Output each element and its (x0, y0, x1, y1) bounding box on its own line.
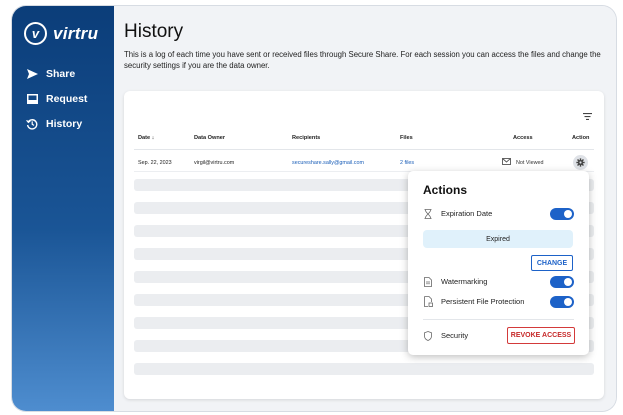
persistent-file-protection-toggle[interactable] (550, 296, 574, 308)
row-action-settings-button[interactable] (573, 155, 588, 170)
watermarking-label: Watermarking (441, 277, 488, 286)
persistent-file-protection-label: Persistent File Protection (441, 297, 525, 306)
persistent-file-protection-row: Persistent File Protection (423, 296, 524, 307)
row-data-owner: virgil@virtru.com (194, 160, 235, 166)
expiration-date-row: Expiration Date (423, 208, 492, 219)
column-header-recipients: Recipients (292, 135, 321, 141)
header-divider (134, 149, 594, 150)
expired-status-box: Expired (423, 230, 573, 248)
logo-wordmark: virtru (53, 23, 99, 43)
app-window: v virtru Share Request History History T… (12, 6, 616, 411)
virtru-logo: v virtru (24, 22, 98, 45)
shield-icon (423, 330, 433, 341)
column-header-date[interactable]: Date ↓ (138, 135, 154, 141)
actions-title: Actions (423, 183, 468, 197)
locked-file-icon (423, 296, 433, 307)
popover-divider (423, 319, 574, 320)
send-arrow-icon (26, 68, 38, 80)
watermarking-toggle[interactable] (550, 276, 574, 288)
row-recipient-link[interactable]: secureshare.sally@gmail.com (292, 160, 364, 166)
sidebar-item-label: Request (46, 93, 88, 105)
filter-icon[interactable] (583, 107, 592, 125)
row-access-status: Not Viewed (502, 158, 543, 167)
history-icon (26, 118, 38, 130)
skeleton-row (134, 363, 594, 375)
sidebar-item-history[interactable]: History (26, 118, 82, 130)
page-title: History (124, 21, 184, 42)
change-expiration-button[interactable]: CHANGE (531, 255, 573, 271)
actions-popover: Actions Expiration Date Expired CHANGE W… (408, 171, 589, 355)
sidebar-item-share[interactable]: Share (26, 68, 75, 80)
column-header-data-owner: Data Owner (194, 135, 226, 141)
expiration-date-label: Expiration Date (441, 209, 493, 218)
envelope-icon (502, 158, 511, 167)
hourglass-icon (423, 208, 433, 219)
sidebar-item-label: History (46, 118, 83, 130)
watermarking-row: Watermarking (423, 276, 487, 287)
access-status-text: Not Viewed (516, 159, 544, 166)
column-header-files: Files (400, 135, 413, 141)
page-description: This is a log of each time you have sent… (124, 50, 601, 70)
sidebar-item-label: Share (46, 68, 76, 80)
inbox-icon (26, 93, 38, 105)
gear-icon (576, 154, 585, 172)
document-icon (423, 276, 433, 287)
row-date: Sep. 22, 2023 (138, 160, 172, 166)
security-label: Security (441, 331, 469, 340)
logo-mark: v (24, 22, 47, 45)
row-files-link[interactable]: 2 files (400, 160, 414, 166)
column-header-action: Action (572, 135, 590, 141)
sidebar-item-request[interactable]: Request (26, 93, 87, 105)
security-row: Security (423, 330, 468, 341)
sidebar: v virtru Share Request History (12, 6, 114, 411)
revoke-access-button[interactable]: REVOKE ACCESS (507, 327, 575, 344)
expiration-date-toggle[interactable] (550, 208, 574, 220)
column-header-access: Access (513, 135, 533, 141)
